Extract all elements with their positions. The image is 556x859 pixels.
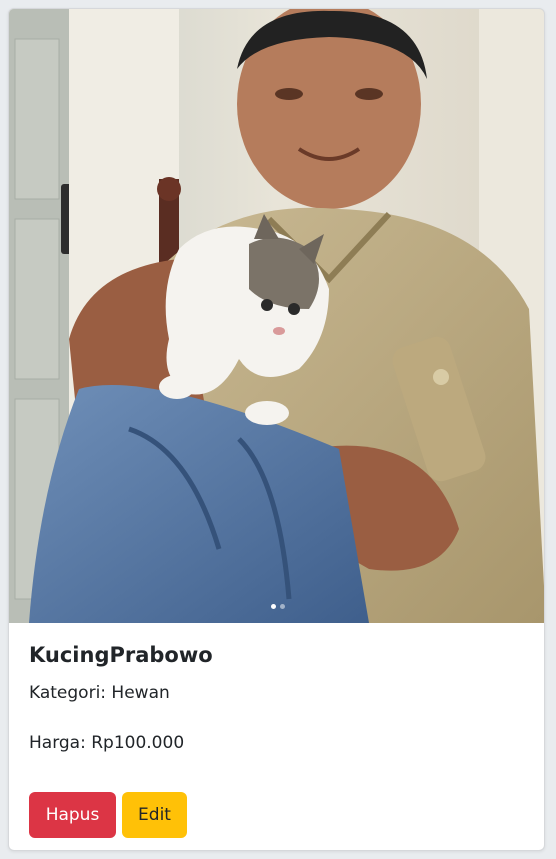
card-actions: Hapus Edit xyxy=(29,792,187,838)
card-body: KucingPrabowo Kategori: Hewan Harga: Rp1… xyxy=(29,637,524,838)
delete-button[interactable]: Hapus xyxy=(29,792,116,838)
carousel-indicator-1[interactable] xyxy=(270,604,276,609)
product-card: KucingPrabowo Kategori: Hewan Harga: Rp1… xyxy=(8,8,545,851)
product-title: KucingPrabowo xyxy=(29,643,213,667)
carousel-indicators xyxy=(9,604,544,609)
edit-button[interactable]: Edit xyxy=(122,792,187,838)
product-image-carousel[interactable] xyxy=(9,9,544,623)
product-category: Kategori: Hewan xyxy=(29,683,170,703)
carousel-indicator-2[interactable] xyxy=(279,604,285,609)
product-price: Harga: Rp100.000 xyxy=(29,733,185,753)
product-photo xyxy=(9,9,544,623)
